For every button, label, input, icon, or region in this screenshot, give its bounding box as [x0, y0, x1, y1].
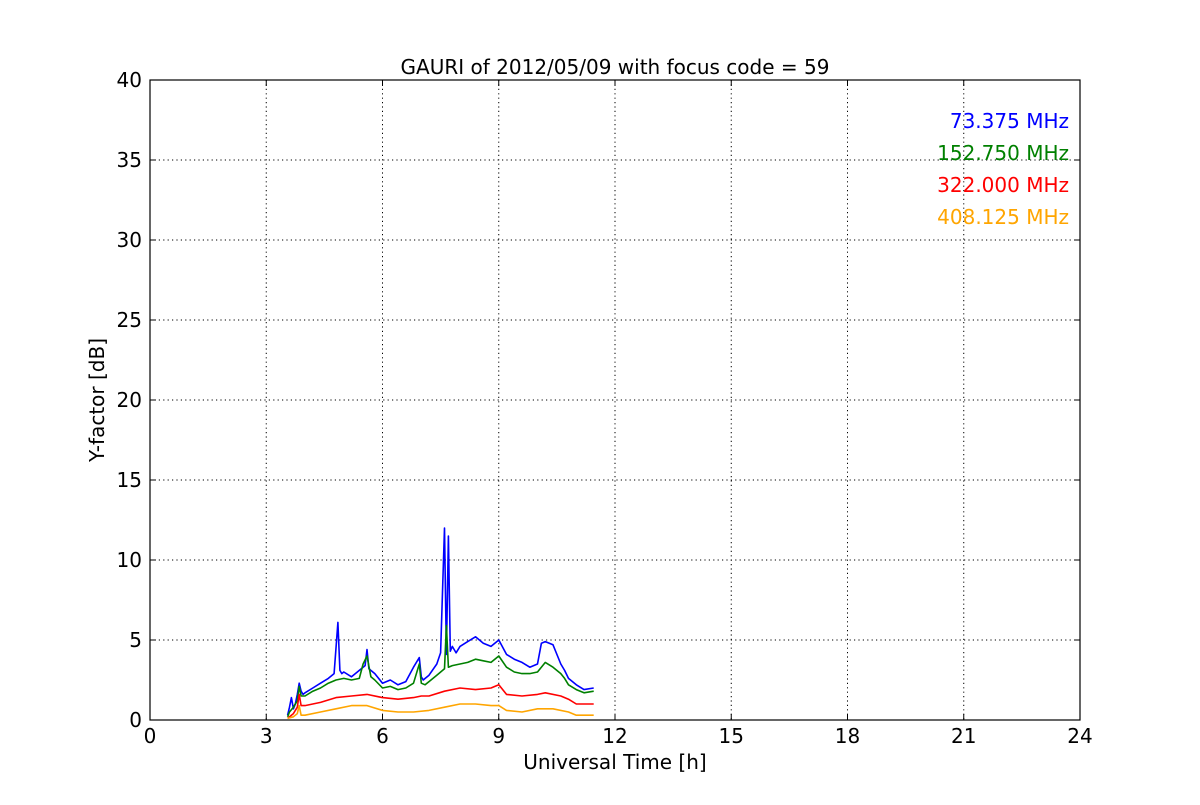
legend-entry-2: 152.750 MHz: [937, 141, 1069, 165]
x-tick-label: 0: [144, 724, 157, 748]
y-tick-label: 40: [117, 68, 142, 92]
x-tick-label: 12: [602, 724, 627, 748]
legend-entry-4: 408.125 MHz: [937, 205, 1069, 229]
y-tick-label: 35: [117, 148, 142, 172]
chart-container: 0 3 6 9 12 15 18 21 24 0 5 10 15 20 25 30 35 40 73.375 MH…: [0, 0, 1200, 800]
y-tick-label: 5: [129, 628, 142, 652]
legend-entry-1: 73.375 MHz: [950, 109, 1069, 133]
x-tick-label: 6: [376, 724, 389, 748]
legend-entry-3: 322.000 MHz: [937, 173, 1069, 197]
y-tick-label: 10: [117, 548, 142, 572]
x-tick-label: 9: [492, 724, 505, 748]
x-axis-label: Universal Time [h]: [523, 750, 706, 774]
x-tick-label: 15: [719, 724, 744, 748]
x-tick-label: 3: [260, 724, 273, 748]
y-tick-label: 15: [117, 468, 142, 492]
line-chart: 0 3 6 9 12 15 18 21 24 0 5 10 15 20 25 30 35 40 73.375 MH…: [0, 0, 1200, 800]
y-axis-label: Y-factor [dB]: [85, 338, 109, 463]
chart-title: GAURI of 2012/05/09 with focus code = 59: [401, 55, 830, 79]
y-tick-label: 30: [117, 228, 142, 252]
x-tick-label: 18: [835, 724, 860, 748]
y-tick-label: 0: [129, 708, 142, 732]
x-tick-label: 24: [1067, 724, 1092, 748]
x-tick-label: 21: [951, 724, 976, 748]
y-tick-label: 25: [117, 308, 142, 332]
y-tick-label: 20: [117, 388, 142, 412]
